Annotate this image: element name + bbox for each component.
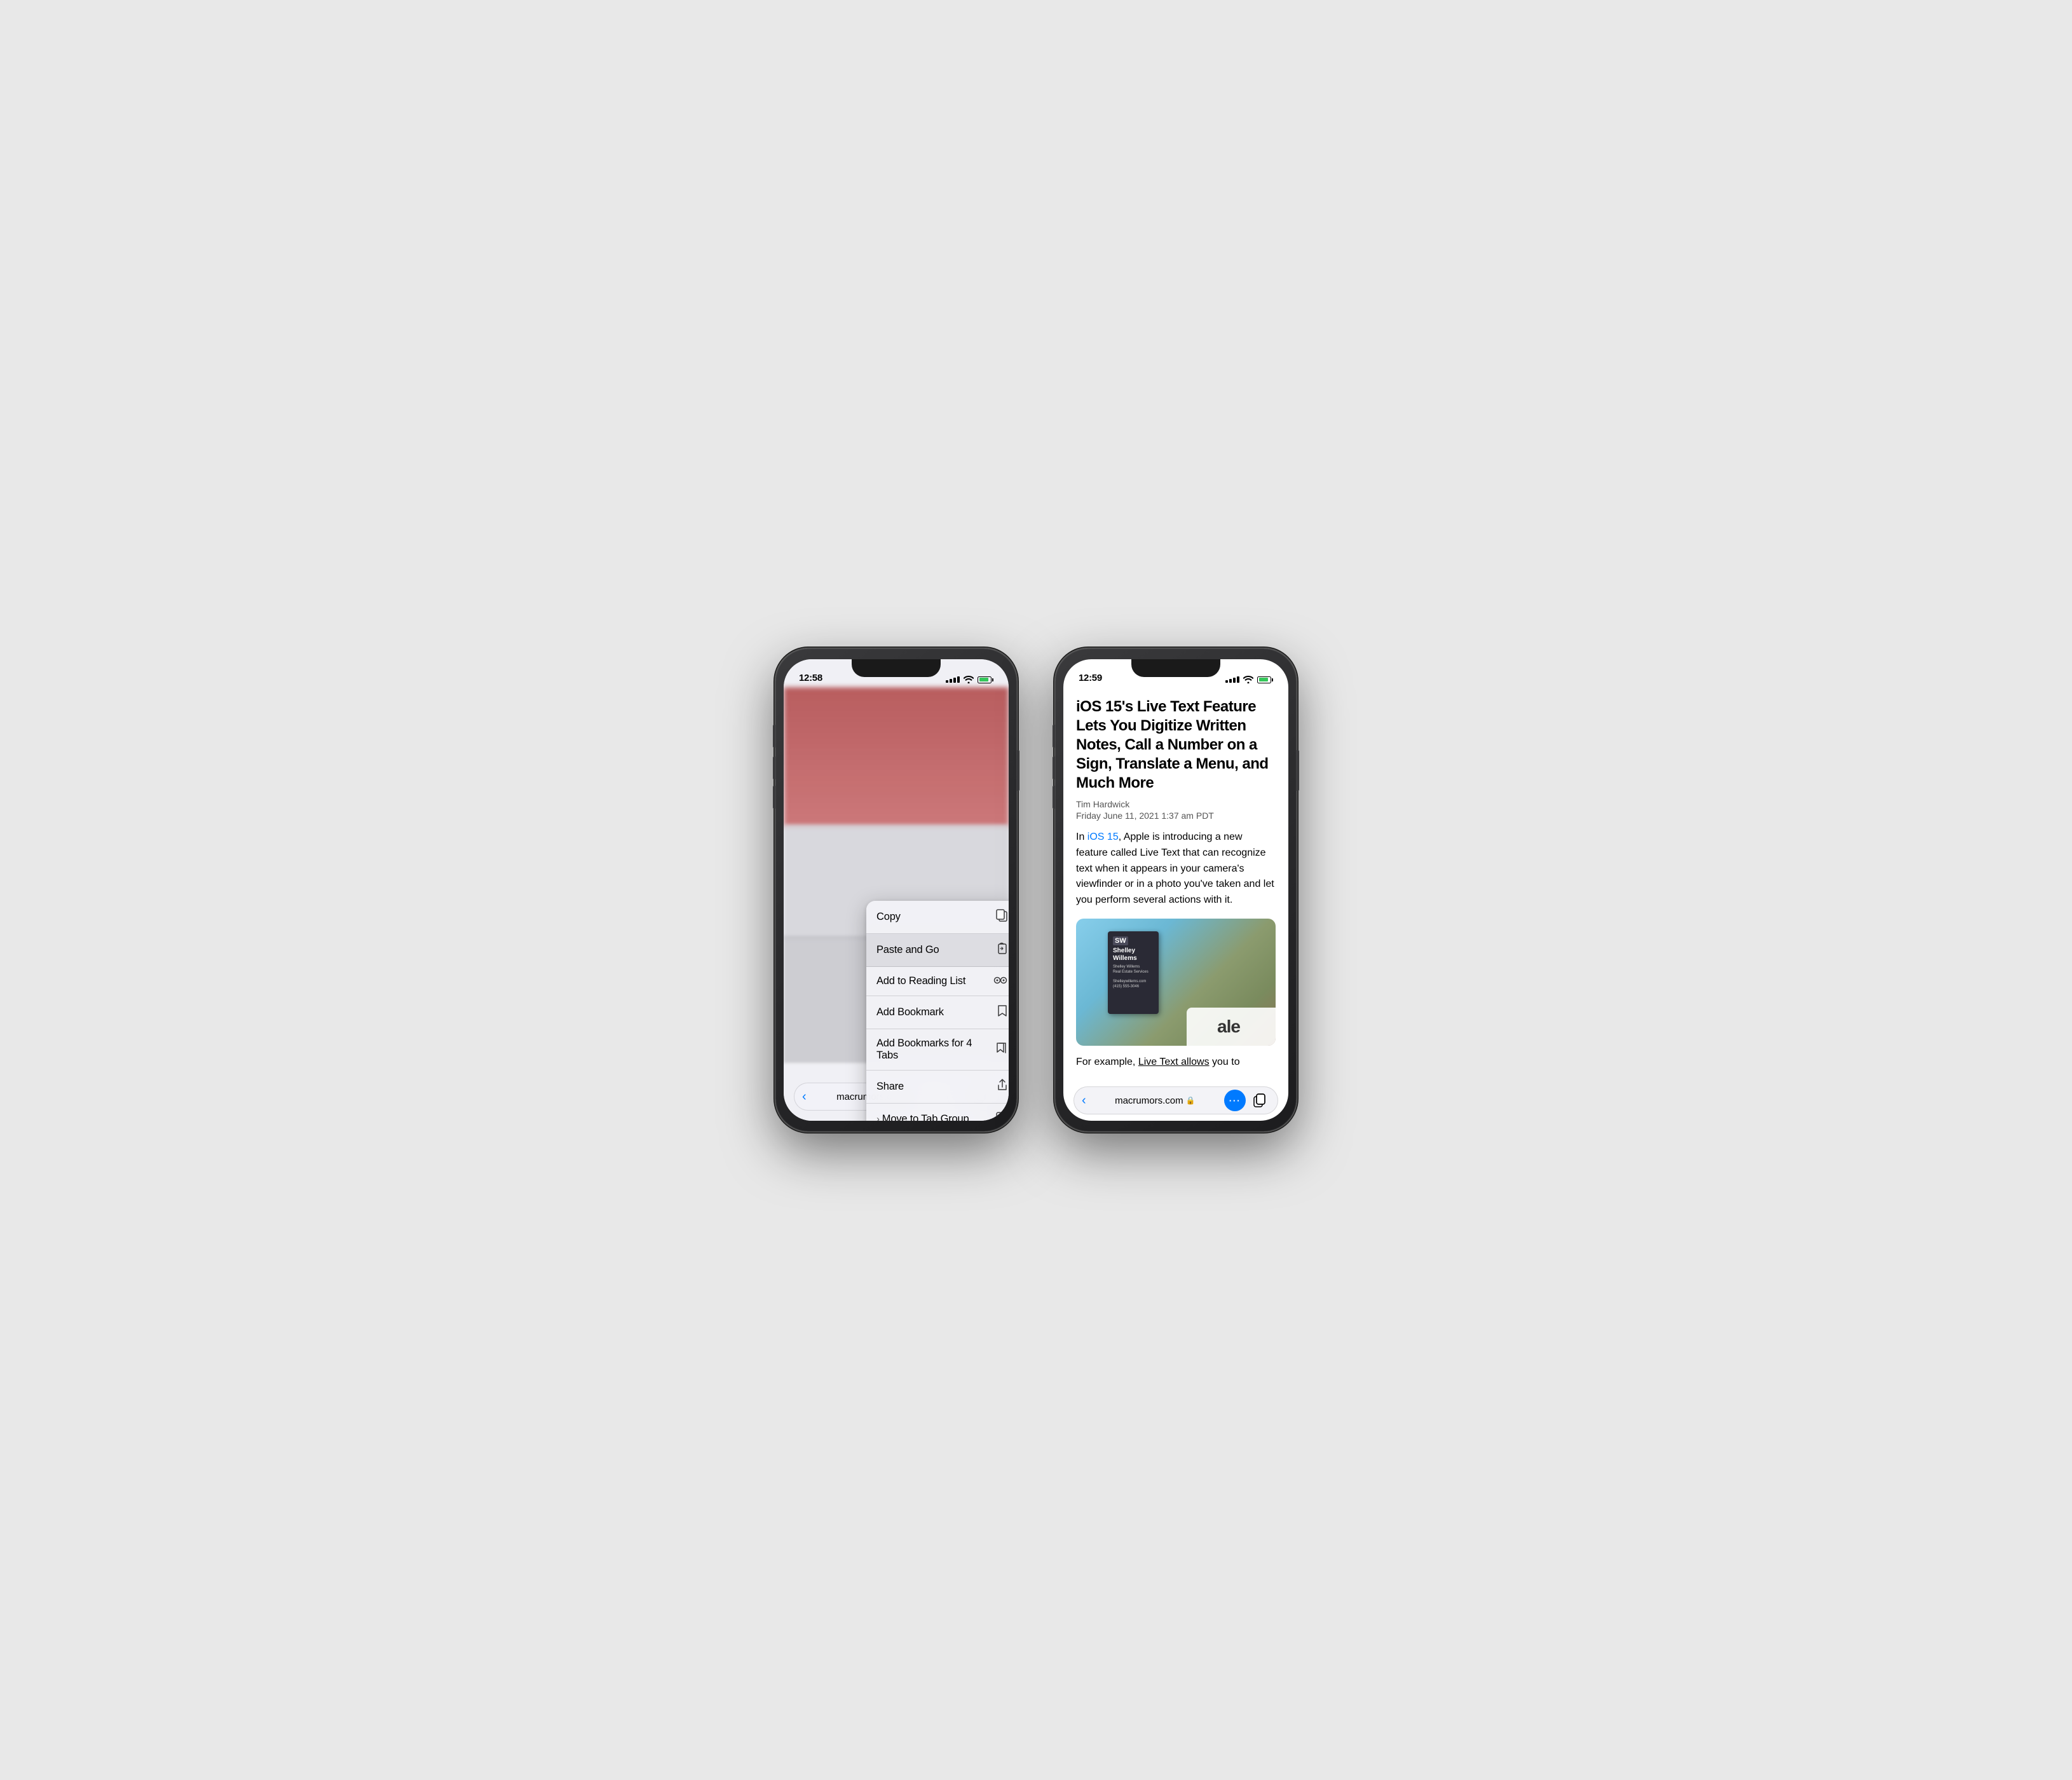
article-content: iOS 15's Live Text Feature Lets You Digi… xyxy=(1063,687,1288,1083)
phone1-blur-top xyxy=(784,687,1009,827)
share-icon xyxy=(997,1079,1007,1095)
status-icons-2 xyxy=(1225,676,1273,683)
live-text-underline: Live Text allows xyxy=(1138,1057,1210,1067)
article-footer: For example, Live Text allows you to xyxy=(1076,1055,1276,1071)
article-author: Tim Hardwick xyxy=(1076,799,1276,809)
menu-item-tab-group[interactable]: › Move to Tab Group xyxy=(866,1104,1009,1121)
sign-graphic: SW ShelleyWillems Shelley WillemsReal Es… xyxy=(1108,931,1159,1014)
overlay-element: ale xyxy=(1187,1008,1276,1046)
paste-go-icon xyxy=(996,942,1007,958)
phone-1-screen: 12:58 xyxy=(784,659,1009,1121)
notch-1 xyxy=(852,659,941,677)
back-button-1[interactable]: ‹ xyxy=(802,1090,807,1104)
menu-item-bookmark-tabs[interactable]: Add Bookmarks for 4 Tabs xyxy=(866,1029,1009,1071)
notch-2 xyxy=(1131,659,1220,677)
url-display-2: macrumors.com 🔒 xyxy=(1091,1095,1219,1106)
menu-item-paste-go[interactable]: Paste and Go xyxy=(866,934,1009,967)
menu-item-reading-list[interactable]: Add to Reading List xyxy=(866,967,1009,996)
bookmark-tabs-icon xyxy=(996,1042,1007,1058)
signal-icon-2 xyxy=(1225,676,1239,683)
article-title: iOS 15's Live Text Feature Lets You Digi… xyxy=(1076,697,1276,793)
wifi-icon-1 xyxy=(964,676,974,683)
wifi-icon-2 xyxy=(1243,676,1253,683)
sign-name-text: ShelleyWillems xyxy=(1113,947,1137,962)
ios15-link[interactable]: iOS 15 xyxy=(1087,832,1119,842)
status-time-1: 12:58 xyxy=(799,673,822,683)
overlay-text: ale xyxy=(1217,1017,1245,1037)
phone-2-screen: 12:59 iOS xyxy=(1063,659,1288,1121)
back-button-2[interactable]: ‹ xyxy=(1082,1093,1086,1108)
context-menu: Copy Paste and Go xyxy=(866,901,1009,1121)
battery-icon-1 xyxy=(978,676,993,683)
tab-group-icon xyxy=(996,1112,1007,1121)
menu-item-copy[interactable]: Copy xyxy=(866,901,1009,934)
signal-icon-1 xyxy=(946,676,960,683)
sign-sw-text: SW xyxy=(1113,936,1128,945)
tabs-button-2[interactable] xyxy=(1251,1091,1270,1110)
address-bar-2[interactable]: ‹ macrumors.com 🔒 ··· xyxy=(1073,1086,1278,1114)
article-date: Friday June 11, 2021 1:37 am PDT xyxy=(1076,811,1276,821)
article-intro: In iOS 15, Apple is introducing a new fe… xyxy=(1076,830,1276,908)
menu-item-bookmark[interactable]: Add Bookmark xyxy=(866,996,1009,1029)
status-time-2: 12:59 xyxy=(1079,673,1102,683)
article-image: SW ShelleyWillems Shelley WillemsReal Es… xyxy=(1076,919,1276,1046)
reading-list-icon xyxy=(993,976,1007,987)
lock-icon-2: 🔒 xyxy=(1186,1096,1196,1105)
phone-1: 12:58 xyxy=(775,648,1017,1132)
menu-item-share[interactable]: Share xyxy=(866,1071,1009,1104)
sign-details-text: Shelley WillemsReal Estate ServicesShell… xyxy=(1113,965,1148,990)
battery-icon-2 xyxy=(1257,676,1273,683)
bookmark-icon xyxy=(997,1004,1007,1020)
phone-2: 12:59 iOS xyxy=(1055,648,1297,1132)
status-icons-1 xyxy=(946,676,993,683)
copy-icon xyxy=(996,909,1007,925)
more-button-2[interactable]: ··· xyxy=(1224,1090,1246,1111)
